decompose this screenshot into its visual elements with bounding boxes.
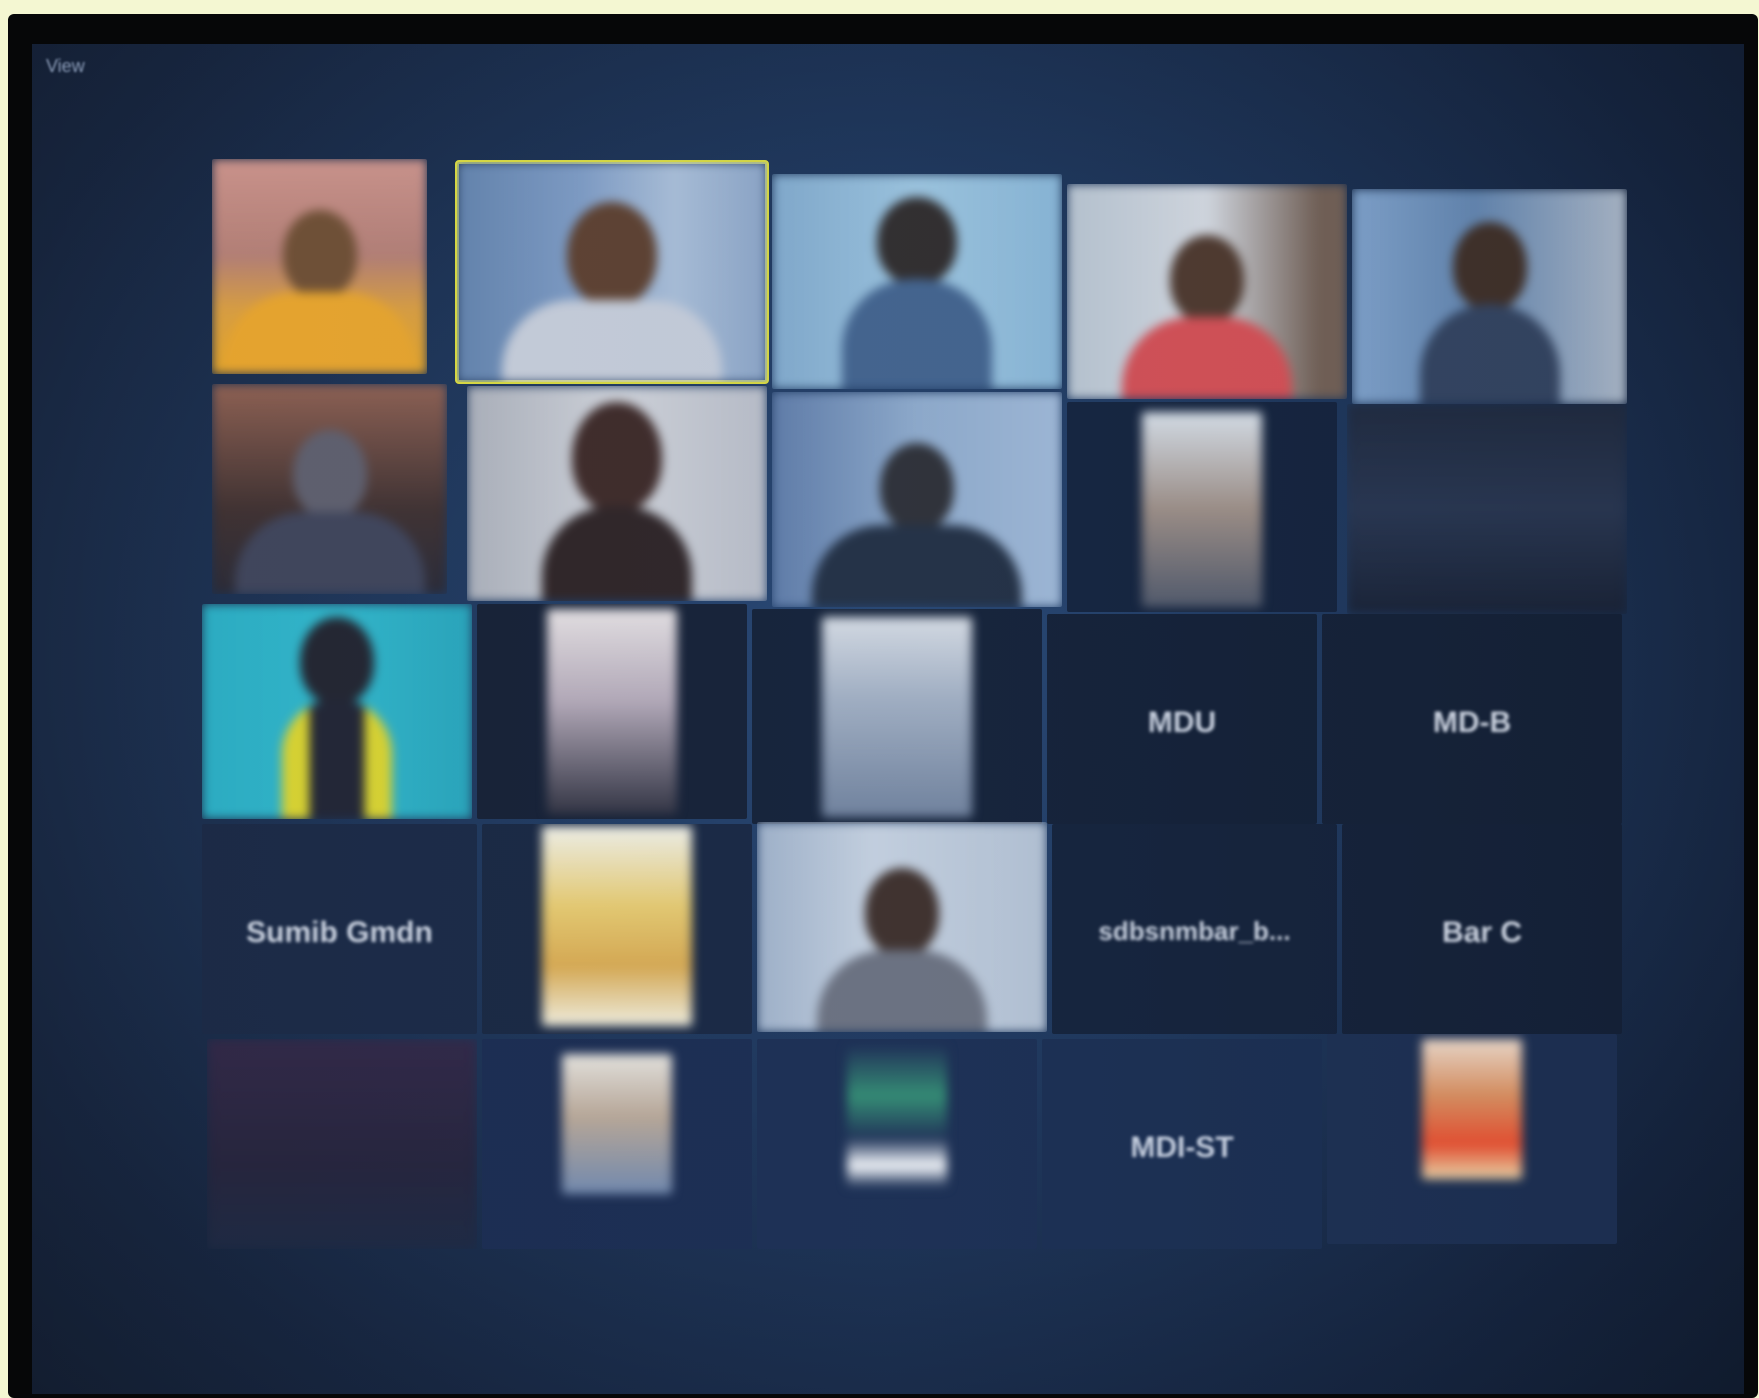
participant-tile[interactable] <box>207 1039 477 1249</box>
participant-display-name: sdbsnmbar_b... <box>1098 916 1291 947</box>
participant-tile[interactable] <box>477 604 747 819</box>
participant-video <box>1327 1034 1617 1244</box>
participant-tile-video-off[interactable]: Bar C <box>1342 824 1622 1034</box>
participant-video <box>212 384 447 594</box>
participant-tile[interactable] <box>212 384 447 594</box>
participant-tile[interactable] <box>1347 404 1627 614</box>
participant-tile-video-off[interactable]: MDU <box>1047 614 1317 824</box>
participant-video <box>1352 189 1627 404</box>
participant-video <box>477 604 747 819</box>
participant-tile[interactable] <box>1352 189 1627 404</box>
participant-video <box>467 386 767 601</box>
participant-tile[interactable] <box>1067 402 1337 612</box>
participant-video <box>1067 184 1347 399</box>
participant-tile-video-off[interactable]: Sumib Gmdn <box>202 824 477 1034</box>
participant-video <box>1067 402 1337 612</box>
participant-display-name: MD-B <box>1432 706 1512 740</box>
participant-display-name: Bar C <box>1441 916 1523 950</box>
participant-display-name: Sumib Gmdn <box>246 916 433 950</box>
participant-tile[interactable] <box>757 822 1047 1032</box>
participant-tile[interactable] <box>1067 184 1347 399</box>
participant-video <box>757 822 1047 1032</box>
participant-tile[interactable] <box>482 824 752 1034</box>
participant-tile-active-speaker[interactable] <box>455 160 769 384</box>
participant-tile[interactable] <box>1327 1034 1617 1244</box>
participant-tile-video-off[interactable]: MD-B <box>1322 614 1622 824</box>
meeting-screen: View MDU MD-B Sumib Gmdn sdbsnmbar_b... … <box>32 44 1744 1394</box>
participant-tile[interactable] <box>772 174 1062 389</box>
participant-video <box>752 609 1042 824</box>
participant-video <box>212 159 427 374</box>
participant-tile-video-off[interactable]: MDI-ST <box>1042 1039 1322 1249</box>
participant-tile[interactable] <box>752 609 1042 824</box>
monitor-bezel: View MDU MD-B Sumib Gmdn sdbsnmbar_b... … <box>8 14 1758 1398</box>
participant-video <box>482 824 752 1034</box>
participant-video <box>772 174 1062 389</box>
participant-display-name: MDI-ST <box>1130 1131 1234 1165</box>
participant-video <box>202 604 472 819</box>
participant-video <box>1347 404 1627 614</box>
participant-video <box>772 392 1062 607</box>
participant-video <box>457 162 767 382</box>
view-toggle[interactable]: View <box>46 56 85 77</box>
participant-tile[interactable] <box>212 159 427 374</box>
participant-video <box>482 1039 752 1249</box>
participant-video <box>757 1039 1037 1249</box>
participant-tile[interactable] <box>757 1039 1037 1249</box>
participant-tile[interactable] <box>202 604 472 819</box>
participant-video <box>207 1039 477 1249</box>
participant-tile[interactable] <box>467 386 767 601</box>
participant-tile-video-off[interactable]: sdbsnmbar_b... <box>1052 824 1337 1034</box>
participant-tile[interactable] <box>772 392 1062 607</box>
participant-tile[interactable] <box>482 1039 752 1249</box>
participant-display-name: MDU <box>1147 706 1217 740</box>
participant-grid: MDU MD-B Sumib Gmdn sdbsnmbar_b... Bar C… <box>182 134 1672 1334</box>
